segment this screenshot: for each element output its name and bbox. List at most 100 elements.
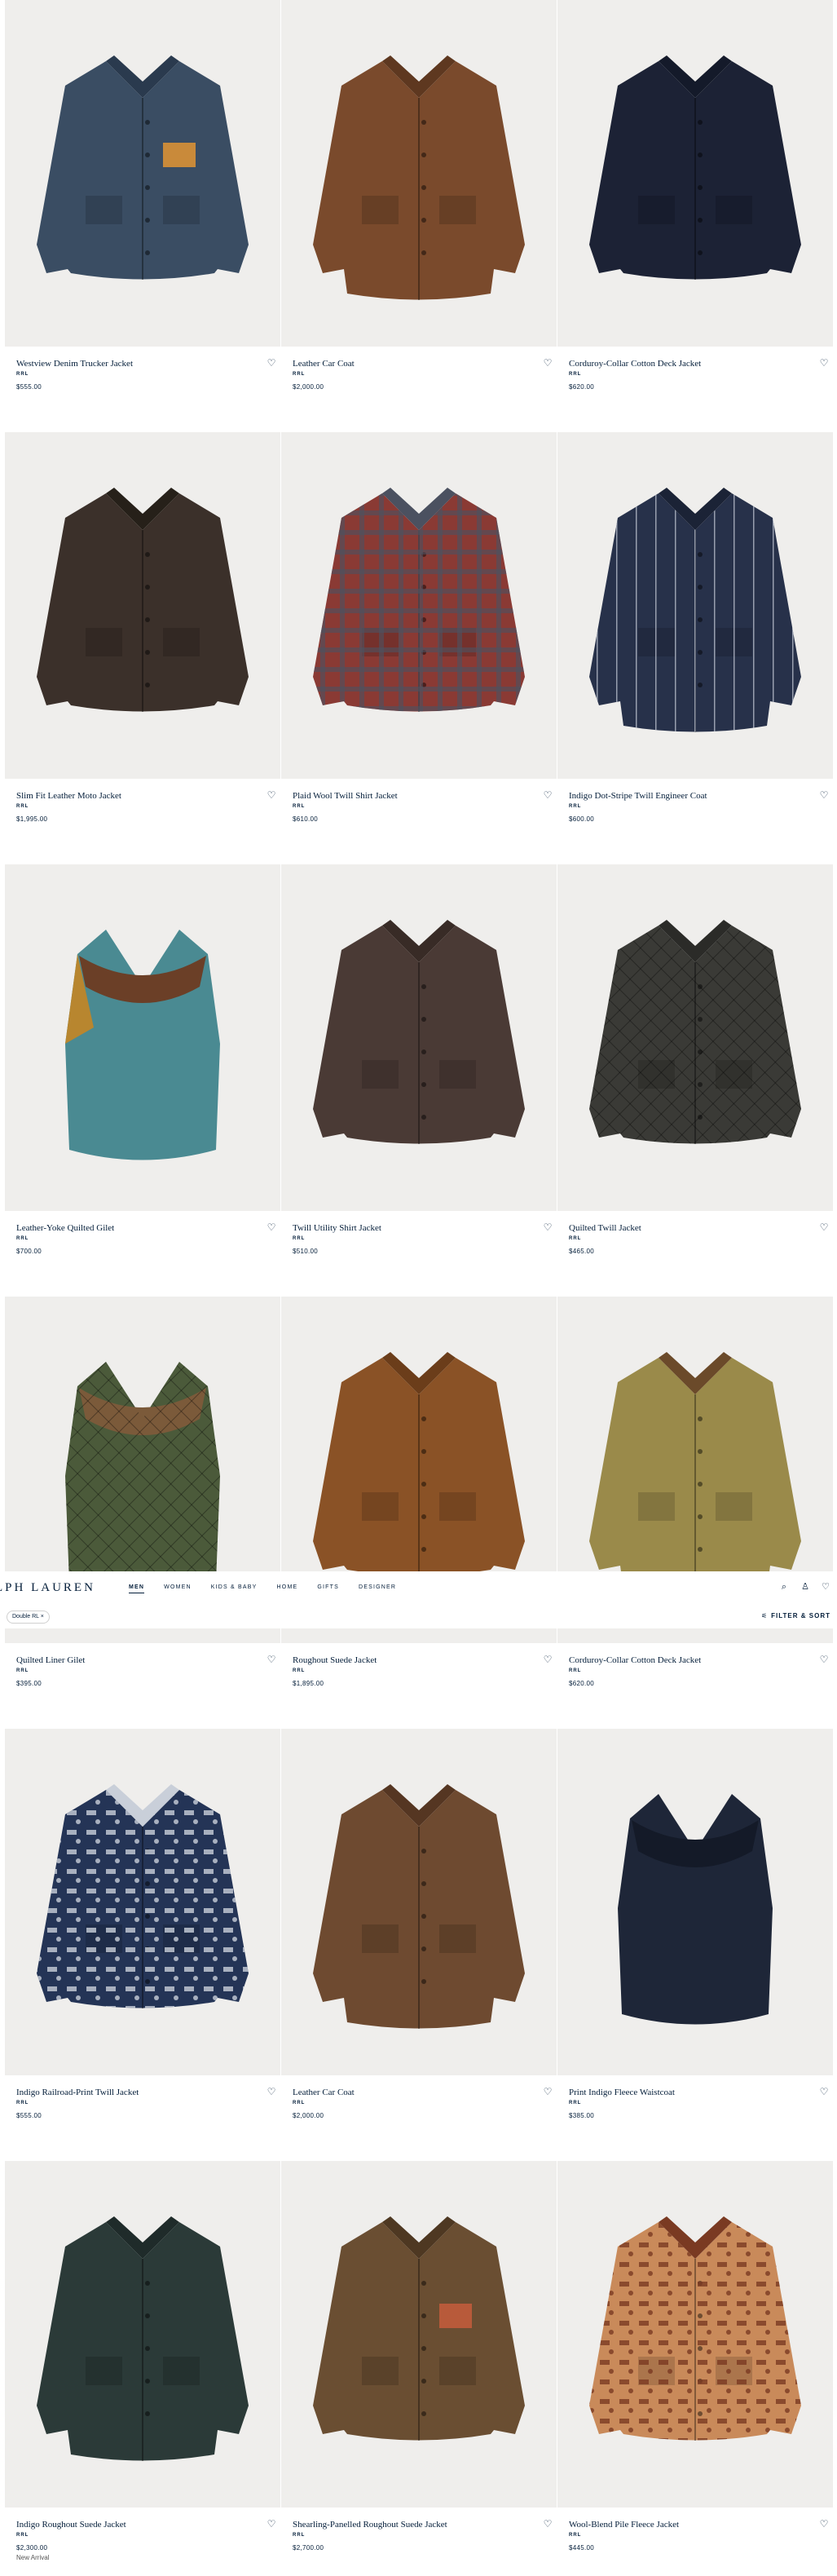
product-price: $620.00	[569, 383, 595, 391]
product-name[interactable]: Indigo Railroad-Print Twill Jacket	[16, 2088, 139, 2097]
wishlist-heart-icon[interactable]: ♡	[266, 1222, 277, 1233]
nav-item-designer[interactable]: DESIGNER	[359, 1584, 396, 1590]
product-image[interactable]	[281, 0, 557, 347]
nav-item-home[interactable]: HOME	[277, 1584, 298, 1590]
product-image[interactable]	[281, 864, 557, 1211]
product-image[interactable]	[5, 0, 280, 347]
wishlist-heart-icon[interactable]: ♡	[266, 357, 277, 369]
product-name[interactable]: Slim Fit Leather Moto Jacket	[16, 791, 121, 801]
product-image[interactable]	[5, 432, 280, 779]
product-tag: New Arrival	[16, 2554, 50, 2561]
filter-bar: Double RL × ⚟ FILTER & SORT	[0, 1604, 837, 1628]
product-image[interactable]	[557, 1729, 833, 2075]
product-brand: RRL	[293, 1236, 306, 1241]
wishlist-heart-icon[interactable]: ♡	[818, 1654, 830, 1665]
main-nav: MEN WOMEN KIDS & BABY HOME GIFTS DESIGNE…	[129, 1584, 396, 1593]
search-icon[interactable]: ⌕	[778, 1581, 790, 1593]
product-brand: RRL	[293, 1668, 306, 1673]
product-name[interactable]: Corduroy-Collar Cotton Deck Jacket	[569, 1655, 701, 1665]
product-brand: RRL	[569, 1668, 582, 1673]
brand-logo[interactable]: LPH LAUREN	[0, 1581, 95, 1595]
product-price: $2,000.00	[293, 2112, 324, 2119]
product-name[interactable]: Roughout Suede Jacket	[293, 1655, 377, 1665]
filter-sort-label: FILTER & SORT	[771, 1612, 830, 1619]
product-name[interactable]: Westview Denim Trucker Jacket	[16, 359, 133, 369]
product-price: $610.00	[293, 815, 319, 823]
product-illustration	[589, 55, 801, 280]
product-info: Corduroy-Collar Cotton Deck Jacket RRL $62…	[557, 1654, 833, 1704]
product-name[interactable]: Leather Car Coat	[293, 359, 355, 369]
product-price: $2,000.00	[293, 383, 324, 391]
sliders-icon: ⚟	[760, 1612, 769, 1619]
product-info: Shearling-Panelled Roughout Suede Jacket…	[281, 2518, 557, 2569]
product-info: Leather Car Coat RRL $2,000.00 ♡	[281, 2086, 557, 2136]
wishlist-heart-icon[interactable]: ♡	[542, 1222, 553, 1233]
product-image[interactable]	[557, 0, 833, 347]
wishlist-heart-icon[interactable]: ♡	[266, 1654, 277, 1665]
product-illustration	[313, 55, 525, 300]
product-image[interactable]	[281, 2161, 557, 2508]
wishlist-heart-icon[interactable]: ♡	[818, 1222, 830, 1233]
product-name[interactable]: Indigo Dot-Stripe Twill Engineer Coat	[569, 791, 707, 801]
product-info: Quilted Liner Gilet RRL $395.00 ♡	[5, 1654, 280, 1704]
wishlist-heart-icon[interactable]: ♡	[818, 789, 830, 801]
product-info: Twill Utility Shirt Jacket RRL $510.00 ♡	[281, 1222, 557, 1272]
product-name[interactable]: Corduroy-Collar Cotton Deck Jacket	[569, 359, 701, 369]
wishlist-heart-icon[interactable]: ♡	[266, 2518, 277, 2530]
product-name[interactable]: Indigo Roughout Suede Jacket	[16, 2520, 126, 2530]
product-name[interactable]: Leather Car Coat	[293, 2088, 355, 2097]
product-brand: RRL	[16, 1236, 29, 1241]
product-image[interactable]	[281, 432, 557, 779]
product-image[interactable]	[5, 1729, 280, 2075]
product-price: $445.00	[569, 2544, 595, 2552]
wishlist-heart-icon[interactable]: ♡	[542, 2086, 553, 2097]
product-image[interactable]	[281, 1729, 557, 2075]
product-image[interactable]	[557, 864, 833, 1211]
wishlist-heart-icon[interactable]: ♡	[542, 2518, 553, 2530]
wishlist-heart-icon[interactable]: ♡	[818, 357, 830, 369]
product-name[interactable]: Leather-Yoke Quilted Gilet	[16, 1223, 114, 1233]
product-image[interactable]	[5, 2161, 280, 2508]
product-image[interactable]	[5, 864, 280, 1211]
wishlist-icon[interactable]: ♡	[820, 1581, 831, 1593]
product-info: Roughout Suede Jacket RRL $1,895.00 ♡	[281, 1654, 557, 1704]
nav-item-women[interactable]: WOMEN	[164, 1584, 192, 1590]
product-info: Indigo Dot-Stripe Twill Engineer Coat RRL…	[557, 789, 833, 840]
site-header: LPH LAUREN MEN WOMEN KIDS & BABY HOME GI…	[0, 1571, 837, 1605]
product-illustration	[313, 1784, 525, 2029]
product-brand: RRL	[16, 2101, 29, 2105]
wishlist-heart-icon[interactable]: ♡	[542, 789, 553, 801]
product-info: Corduroy-Collar Cotton Deck Jacket RRL $62…	[557, 357, 833, 408]
product-illustration	[313, 920, 525, 1144]
wishlist-heart-icon[interactable]: ♡	[818, 2086, 830, 2097]
filter-chip-double-rl[interactable]: Double RL ×	[7, 1611, 50, 1624]
wishlist-heart-icon[interactable]: ♡	[542, 1654, 553, 1665]
product-name[interactable]: Print Indigo Fleece Waistcoat	[569, 2088, 675, 2097]
product-image[interactable]	[557, 432, 833, 779]
product-name[interactable]: Twill Utility Shirt Jacket	[293, 1223, 381, 1233]
wishlist-heart-icon[interactable]: ♡	[266, 2086, 277, 2097]
product-info: Quilted Twill Jacket RRL $465.00 ♡	[557, 1222, 833, 1272]
account-icon[interactable]: ♙	[800, 1581, 811, 1593]
product-price: $555.00	[16, 2112, 42, 2119]
product-image[interactable]	[557, 2161, 833, 2508]
wishlist-heart-icon[interactable]: ♡	[818, 2518, 830, 2530]
filter-sort-button[interactable]: ⚟ FILTER & SORT	[761, 1612, 830, 1619]
wishlist-heart-icon[interactable]: ♡	[542, 357, 553, 369]
product-name[interactable]: Quilted Liner Gilet	[16, 1655, 85, 1665]
product-brand: RRL	[16, 372, 29, 377]
product-name[interactable]: Plaid Wool Twill Shirt Jacket	[293, 791, 398, 801]
product-price: $2,300.00	[16, 2544, 48, 2552]
product-brand: RRL	[569, 2101, 582, 2105]
nav-item-kids-baby[interactable]: KIDS & BABY	[211, 1584, 258, 1590]
nav-item-men[interactable]: MEN	[129, 1584, 145, 1593]
product-name[interactable]: Quilted Twill Jacket	[569, 1223, 641, 1233]
product-illustration	[589, 920, 801, 1144]
product-price: $465.00	[569, 1248, 595, 1255]
wishlist-heart-icon[interactable]: ♡	[266, 789, 277, 801]
nav-item-gifts[interactable]: GIFTS	[317, 1584, 339, 1590]
product-illustration	[37, 2216, 249, 2461]
product-name[interactable]: Wool-Blend Pile Fleece Jacket	[569, 2520, 679, 2530]
product-price: $510.00	[293, 1248, 319, 1255]
product-name[interactable]: Shearling-Panelled Roughout Suede Jacket	[293, 2520, 447, 2530]
